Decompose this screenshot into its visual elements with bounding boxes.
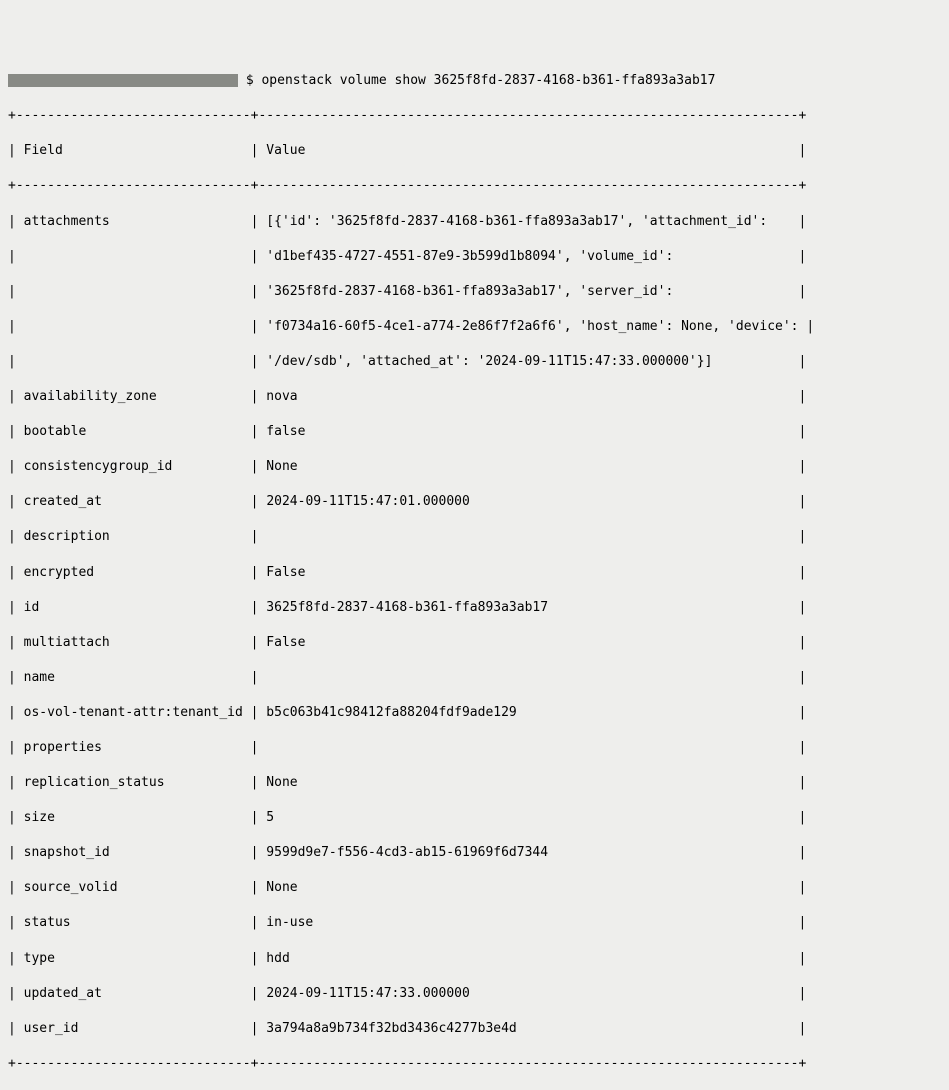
table-row: | updated_at | 2024-09-11T15:47:33.00000… [8, 985, 941, 1003]
table-row: | replication_status | None | [8, 774, 941, 792]
table-border-sep: +------------------------------+--------… [8, 177, 941, 195]
field-type: type [24, 951, 55, 966]
table-row: | | '3625f8fd-2837-4168-b361-ffa893a3ab1… [8, 283, 941, 301]
value-bootable: false [266, 424, 305, 439]
value-created: 2024-09-11T15:47:01.000000 [266, 494, 470, 509]
table-row: | status | in-use | [8, 914, 941, 932]
field-snap: snapshot_id [24, 845, 110, 860]
field-size: size [24, 810, 55, 825]
value-attachments-2: 'd1bef435-4727-4551-87e9-3b599d1b8094', … [266, 249, 673, 264]
table-row: | consistencygroup_id | None | [8, 458, 941, 476]
table-row: | encrypted | False | [8, 564, 941, 582]
value-type: hdd [266, 951, 289, 966]
table-row: | id | 3625f8fd-2837-4168-b361-ffa893a3a… [8, 599, 941, 617]
field-multi: multiattach [24, 635, 110, 650]
value-id: 3625f8fd-2837-4168-b361-ffa893a3ab17 [266, 600, 548, 615]
value-attachments-3: '3625f8fd-2837-4168-b361-ffa893a3ab17', … [266, 284, 673, 299]
value-enc: False [266, 565, 305, 580]
value-attachments-4: 'f0734a16-60f5-4ce1-a774-2e86f7f2a6f6', … [266, 319, 798, 334]
table-border-top: +------------------------------+--------… [8, 107, 941, 125]
value-snap: 9599d9e7-f556-4cd3-ab15-61969f6d7344 [266, 845, 548, 860]
table-row: | created_at | 2024-09-11T15:47:01.00000… [8, 493, 941, 511]
table-row: | size | 5 | [8, 809, 941, 827]
header-field: Field [24, 143, 63, 158]
table-row: | availability_zone | nova | [8, 388, 941, 406]
table-row: | multiattach | False | [8, 634, 941, 652]
field-enc: encrypted [24, 565, 94, 580]
field-az: availability_zone [24, 389, 157, 404]
field-attachments: attachments [24, 214, 110, 229]
field-user: user_id [24, 1021, 79, 1036]
value-updated: 2024-09-11T15:47:33.000000 [266, 986, 470, 1001]
field-cg: consistencygroup_id [24, 459, 173, 474]
table-row: | snapshot_id | 9599d9e7-f556-4cd3-ab15-… [8, 844, 941, 862]
table-row: | type | hdd | [8, 950, 941, 968]
table-row: | | 'f0734a16-60f5-4ce1-a774-2e86f7f2a6f… [8, 318, 941, 336]
field-repl: replication_status [24, 775, 165, 790]
value-repl: None [266, 775, 297, 790]
table-row: | | '/dev/sdb', 'attached_at': '2024-09-… [8, 353, 941, 371]
header-value: Value [266, 143, 305, 158]
value-size: 5 [266, 810, 274, 825]
table-row: | description | | [8, 528, 941, 546]
table-row: | source_volid | None | [8, 879, 941, 897]
prompt-symbol: $ [246, 73, 254, 88]
value-attachments-5: '/dev/sdb', 'attached_at': '2024-09-11T1… [266, 354, 712, 369]
field-status: status [24, 915, 71, 930]
table-header-row: | Field | Value | [8, 142, 941, 160]
value-attachments-1: [{'id': '3625f8fd-2837-4168-b361-ffa893a… [266, 214, 767, 229]
field-props: properties [24, 740, 102, 755]
value-user: 3a794a8a9b734f32bd3436c4277b3e4d [266, 1021, 516, 1036]
table-row: | properties | | [8, 739, 941, 757]
field-updated: updated_at [24, 986, 102, 1001]
value-az: nova [266, 389, 297, 404]
table-row: | | 'd1bef435-4727-4551-87e9-3b599d1b809… [8, 248, 941, 266]
command-line[interactable]: $ openstack volume show 3625f8fd-2837-41… [8, 72, 941, 90]
field-created: created_at [24, 494, 102, 509]
table-row: | attachments | [{'id': '3625f8fd-2837-4… [8, 213, 941, 231]
field-name: name [24, 670, 55, 685]
field-desc: description [24, 529, 110, 544]
command-text: openstack volume show 3625f8fd-2837-4168… [261, 73, 715, 88]
field-tenant: os-vol-tenant-attr:tenant_id [24, 705, 243, 720]
redacted-host [8, 74, 238, 87]
table-row: | user_id | 3a794a8a9b734f32bd3436c4277b… [8, 1020, 941, 1038]
table-border-bottom: +------------------------------+--------… [8, 1055, 941, 1073]
table-row: | os-vol-tenant-attr:tenant_id | b5c063b… [8, 704, 941, 722]
field-id: id [24, 600, 40, 615]
field-bootable: bootable [24, 424, 87, 439]
value-cg: None [266, 459, 297, 474]
value-srcvol: None [266, 880, 297, 895]
value-status: in-use [266, 915, 313, 930]
field-srcvol: source_volid [24, 880, 118, 895]
value-tenant: b5c063b41c98412fa88204fdf9ade129 [266, 705, 516, 720]
value-multi: False [266, 635, 305, 650]
table-row: | name | | [8, 669, 941, 687]
table-row: | bootable | false | [8, 423, 941, 441]
